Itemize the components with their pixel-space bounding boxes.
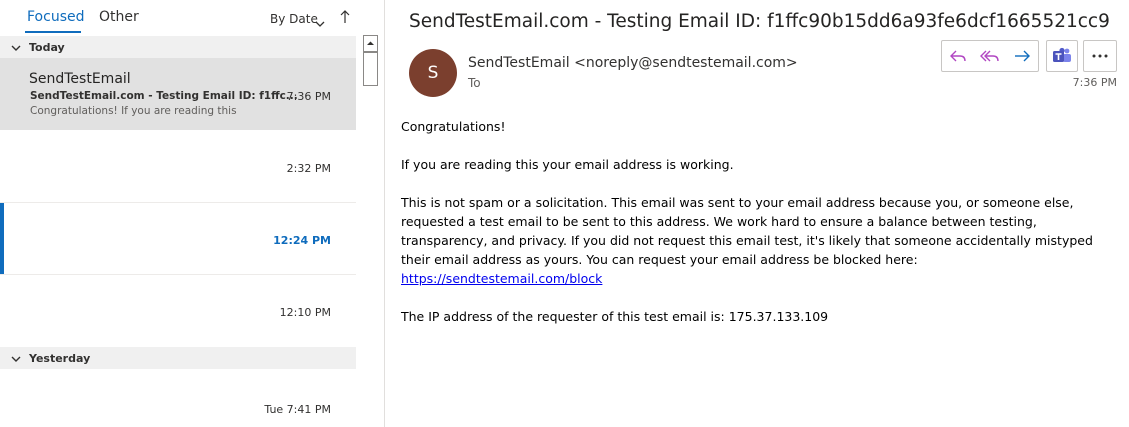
share-to-teams-button[interactable] bbox=[1046, 40, 1078, 72]
list-item[interactable]: 12:24 PM bbox=[0, 203, 356, 274]
message-body: Congratulations! If you are reading this… bbox=[401, 117, 1113, 345]
body-paragraph-text: This is not spam or a solicitation. This… bbox=[401, 195, 1093, 267]
forward-icon bbox=[1015, 50, 1030, 62]
reply-all-button[interactable] bbox=[974, 41, 1006, 71]
list-header: Focused Other By Date bbox=[0, 0, 356, 37]
group-label: Yesterday bbox=[29, 352, 91, 365]
message-action-group bbox=[941, 40, 1039, 72]
chevron-down-icon[interactable] bbox=[11, 42, 21, 55]
caret-up-icon bbox=[367, 41, 374, 45]
message-subject: SendTestEmail.com - Testing Email ID: f1… bbox=[409, 11, 1110, 32]
body-paragraph: The IP address of the requester of this … bbox=[401, 309, 829, 324]
chevron-down-icon[interactable] bbox=[315, 13, 325, 32]
block-link[interactable]: https://sendtestemail.com/block bbox=[401, 271, 602, 286]
forward-button[interactable] bbox=[1006, 41, 1038, 71]
message-list-pane: Focused Other By Date Today SendTestEmai… bbox=[0, 0, 356, 427]
list-item-time: 12:24 PM bbox=[273, 234, 331, 247]
list-item-preview: Congratulations! If you are reading this bbox=[30, 105, 237, 117]
list-item-time: 12:10 PM bbox=[279, 306, 331, 319]
list-item-subject: SendTestEmail.com - Testing Email ID: f1… bbox=[30, 90, 298, 102]
chevron-down-icon[interactable] bbox=[11, 353, 21, 366]
received-time: 7:36 PM bbox=[1072, 76, 1117, 89]
sort-by-dropdown[interactable]: By Date bbox=[270, 12, 318, 26]
more-actions-button[interactable] bbox=[1083, 40, 1117, 72]
list-item-time: 2:32 PM bbox=[286, 162, 331, 175]
tab-focused[interactable]: Focused bbox=[27, 9, 84, 25]
list-item-sender: SendTestEmail bbox=[29, 71, 131, 87]
list-scrollbar[interactable] bbox=[362, 35, 378, 427]
list-item[interactable]: Tue 7:41 PM bbox=[0, 369, 356, 427]
avatar[interactable]: S bbox=[409, 49, 457, 97]
list-item-time: 7:36 PM bbox=[286, 90, 331, 103]
body-paragraph-with-link: This is not spam or a solicitation. This… bbox=[401, 193, 1113, 288]
body-paragraph: If you are reading this your email addre… bbox=[401, 157, 734, 172]
scrollbar-thumb[interactable] bbox=[363, 52, 378, 86]
reply-icon bbox=[950, 50, 966, 62]
list-item[interactable]: 2:32 PM bbox=[0, 130, 356, 202]
list-item[interactable]: 12:10 PM bbox=[0, 275, 356, 346]
scroll-up-button[interactable] bbox=[363, 35, 378, 52]
list-item[interactable]: SendTestEmail SendTestEmail.com - Testin… bbox=[0, 58, 356, 130]
tab-focused-underline bbox=[25, 31, 81, 33]
teams-icon bbox=[1053, 47, 1071, 62]
sort-direction-arrow-icon[interactable] bbox=[340, 10, 350, 28]
sender-address[interactable]: SendTestEmail <noreply@sendtestemail.com… bbox=[468, 55, 798, 71]
reading-pane: SendTestEmail.com - Testing Email ID: f1… bbox=[385, 0, 1129, 427]
list-item-time: Tue 7:41 PM bbox=[264, 403, 331, 416]
reply-all-icon bbox=[980, 50, 999, 62]
tab-other[interactable]: Other bbox=[99, 9, 139, 25]
group-label: Today bbox=[29, 41, 65, 54]
body-greeting: Congratulations! bbox=[401, 119, 506, 134]
group-header-today[interactable]: Today bbox=[0, 36, 356, 58]
to-label: To bbox=[468, 76, 481, 90]
more-icon bbox=[1092, 54, 1108, 58]
reply-button[interactable] bbox=[942, 41, 974, 71]
group-header-yesterday[interactable]: Yesterday bbox=[0, 347, 356, 369]
unread-indicator bbox=[0, 203, 4, 274]
